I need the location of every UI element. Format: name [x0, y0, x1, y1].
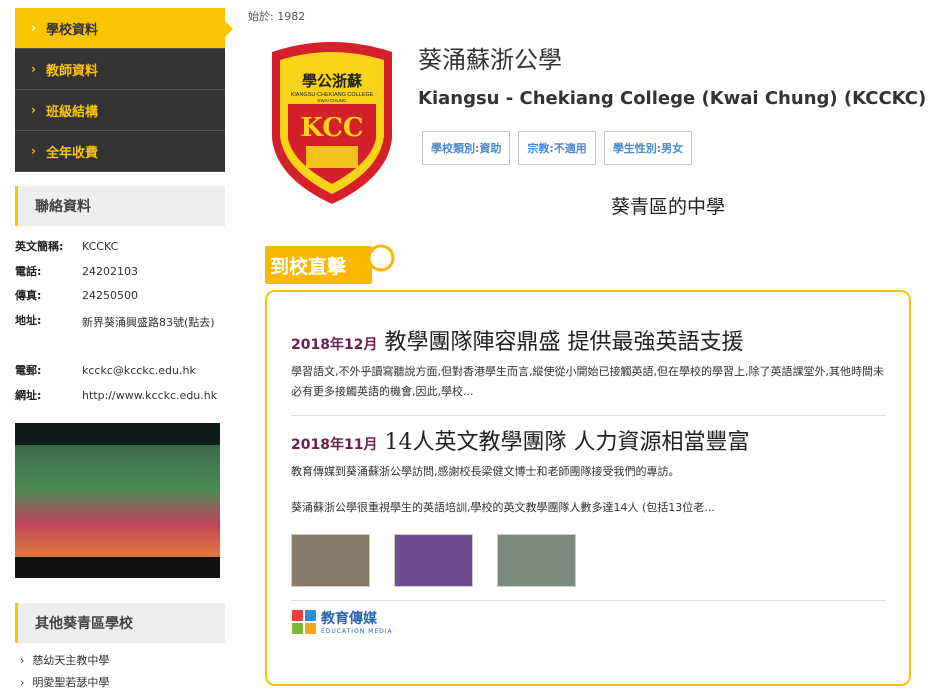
other-school-label: 慈幼天主教中學 — [32, 654, 110, 667]
screenshot-footer — [15, 557, 220, 578]
divider — [291, 600, 886, 601]
chevron-right-icon: › — [31, 144, 36, 158]
tag-religion[interactable]: 宗教:不適用 — [518, 131, 596, 165]
tag-school-type[interactable]: 學校類別:資助 — [422, 131, 511, 165]
contact-value: 24250500 — [82, 289, 138, 302]
puzzle-logo-icon — [292, 609, 316, 634]
contact-label: 電郵: — [15, 364, 42, 377]
contact-label: 地址: — [15, 313, 42, 327]
page: › 學校資料 › 教師資料 › 班級結構 › 全年收費 聯絡資料 英文簡稱: K… — [0, 0, 935, 695]
article-title[interactable]: 教學團隊陣容鼎盛 提供最強英語支援 — [384, 324, 743, 356]
nav-item-annual-fees[interactable]: › 全年收費 — [15, 131, 225, 172]
contact-row-address: 地址: 新界葵涌興盛路83號(點去) — [15, 308, 225, 333]
other-school-link[interactable]: › 慈幼天主教中學 — [15, 649, 225, 671]
article-excerpt: 教育傳媒到葵涌蘇浙公學訪問,感謝校長梁健文博士和老師團隊接受我們的專訪。 — [291, 465, 680, 478]
school-name-english: Kiangsu - Chekiang College (Kwai Chung) … — [418, 88, 927, 109]
tag-student-gender[interactable]: 學生性別:男女 — [603, 131, 693, 165]
screenshot-photo — [15, 445, 220, 557]
contact-label: 網址: — [15, 388, 42, 402]
media-name-en: EDUCATION MEDIA — [321, 628, 393, 635]
contact-row-website: 網址: http://www.kcckc.edu.hk — [15, 383, 225, 408]
article-date: 2018年11月 — [291, 437, 378, 453]
article-excerpt: 學習語文,不外乎讀寫聽說方面,但對香港學生而言,縱使從小開始已接觸英語,但在學校… — [291, 365, 884, 398]
article-thumbnail[interactable] — [497, 534, 576, 587]
sidebar: › 學校資料 › 教師資料 › 班級結構 › 全年收費 聯絡資料 英文簡稱: K… — [15, 8, 233, 693]
chevron-right-icon: › — [20, 676, 25, 689]
news-box: 2018年12月 教學團隊陣容鼎盛 提供最強英語支援 學習語文,不外乎讀寫聽說方… — [265, 290, 911, 686]
other-schools-list: › 慈幼天主教中學 › 明愛聖若瑟中學 — [15, 649, 225, 693]
contact-row-phone: 電話: 24202103 — [15, 259, 225, 284]
contact-info: 英文簡稱: KCCKC 電話: 24202103 傳真: 24250500 地址… — [15, 234, 225, 407]
chevron-right-icon: › — [31, 21, 36, 35]
contact-value: KCCKC — [82, 240, 119, 253]
screenshot-header — [15, 423, 220, 445]
article-thumbnails — [291, 534, 576, 587]
divider — [291, 415, 886, 416]
school-tags: 學校類別:資助 宗教:不適用 學生性別:男女 — [422, 131, 693, 165]
chevron-right-icon: › — [31, 62, 36, 76]
nav-label: 學校資料 — [45, 22, 98, 38]
article-date: 2018年12月 — [291, 337, 378, 353]
website-link[interactable]: http://www.kcckc.edu.hk — [82, 383, 225, 402]
article-card[interactable]: 2018年11月 14人英文教學團隊 人力資源相當豐富 教育傳媒到葵涌蘇浙公學訪… — [291, 424, 886, 518]
email-link[interactable]: kcckc@kcckc.edu.hk — [82, 358, 225, 377]
media-name-zh: 教育傳媒 — [321, 611, 377, 627]
other-school-link[interactable]: › 明愛聖若瑟中學 — [15, 671, 225, 693]
logo-english-subtext: KWAI CHUNG — [317, 98, 347, 103]
nav-label: 班級結構 — [45, 104, 98, 120]
visit-badge-label: 到校直擊 — [265, 246, 372, 284]
school-name-chinese: 葵涌蘇浙公學 — [418, 46, 562, 74]
contact-label: 傳真: — [15, 289, 42, 302]
article-excerpt: 葵涌蘇浙公學很重視學生的英語培訓,學校的英文教學團隊人數多達14人 (包括13位… — [291, 501, 715, 514]
school-crest-logo: 學公浙蘇 KIANGSU-CHEKIANG COLLEGE KWAI CHUNG… — [272, 42, 392, 204]
article-thumbnail[interactable] — [394, 534, 473, 587]
visit-badge: 到校直擊 — [265, 244, 397, 284]
chevron-right-icon: › — [31, 103, 36, 117]
school-website-screenshot[interactable] — [15, 423, 220, 578]
media-name: 教育傳媒 EDUCATION MEDIA — [321, 608, 393, 635]
education-media-logo[interactable]: 教育傳媒 EDUCATION MEDIA — [291, 608, 393, 635]
contact-value: 24202103 — [82, 264, 138, 278]
contact-label: 英文簡稱: — [15, 240, 64, 253]
nav-item-teacher-info[interactable]: › 教師資料 — [15, 49, 225, 90]
nav-label: 全年收費 — [45, 145, 98, 161]
article-title-row: 2018年12月 教學團隊陣容鼎盛 提供最強英語支援 — [291, 324, 886, 356]
ping-pong-paddle-icon — [361, 244, 395, 283]
nav-item-class-structure[interactable]: › 班級結構 — [15, 90, 225, 131]
contact-heading: 聯絡資料 — [15, 186, 225, 226]
contact-label: 電話: — [15, 264, 42, 278]
article-title[interactable]: 14人英文教學團隊 人力資源相當豐富 — [384, 424, 749, 456]
nav-label: 教師資料 — [45, 63, 98, 79]
other-school-label: 明愛聖若瑟中學 — [32, 676, 110, 689]
founded-year: 始於: 1982 — [248, 10, 306, 23]
nav-item-school-info[interactable]: › 學校資料 — [15, 8, 233, 49]
article-thumbnail[interactable] — [291, 534, 370, 587]
article-title-row: 2018年11月 14人英文教學團隊 人力資源相當豐富 — [291, 424, 886, 456]
district-link[interactable]: 葵青區的中學 — [611, 192, 725, 219]
article-card[interactable]: 2018年12月 教學團隊陣容鼎盛 提供最強英語支援 學習語文,不外乎讀寫聽說方… — [291, 324, 886, 402]
logo-letters: KCC — [300, 113, 363, 143]
chevron-right-icon: › — [20, 654, 25, 667]
contact-row-abbr: 英文簡稱: KCCKC — [15, 234, 225, 259]
logo-chinese-text: 學公浙蘇 — [302, 72, 362, 90]
contact-row-email: 電郵: kcckc@kcckc.edu.hk — [15, 358, 225, 383]
other-schools-heading: 其他葵青區學校 — [15, 603, 225, 643]
contact-row-fax: 傳真: 24250500 — [15, 283, 225, 308]
address-link[interactable]: 新界葵涌興盛路83號(點去) — [82, 308, 225, 330]
